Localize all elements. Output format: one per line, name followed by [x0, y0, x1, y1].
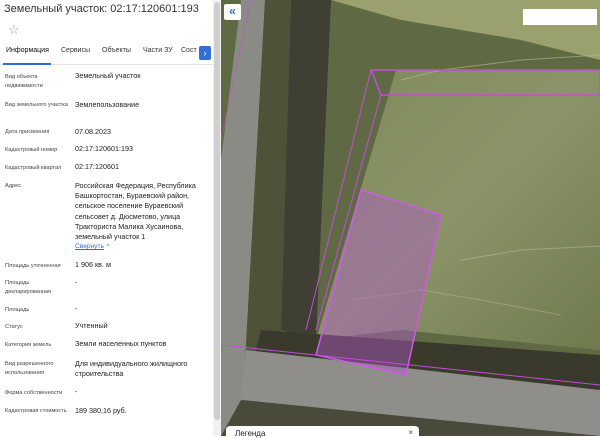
panel-scrollbar[interactable]	[213, 0, 221, 436]
field-label: Площадь	[5, 307, 30, 313]
map-imagery	[221, 0, 600, 436]
field-value: 07.08.2023	[75, 127, 111, 136]
field-label: Категория земель	[5, 342, 52, 348]
collapse-link[interactable]: Свернуть ^	[75, 243, 110, 250]
collapse-panel-button[interactable]: «	[224, 4, 241, 20]
address-value: Российская Федерация, Республика Башкорт…	[75, 181, 196, 242]
active-tab-indicator	[3, 63, 51, 65]
field-label: Вид объекта недвижимости	[5, 74, 43, 89]
field-label: Дата присвоения	[5, 129, 50, 135]
field-value: Земельный участок	[75, 71, 141, 80]
field-label: Статус	[5, 324, 23, 330]
tab-info[interactable]: Информация	[6, 47, 49, 54]
legend-title: Легенда	[235, 429, 266, 438]
map-legend-card[interactable]: Легенда ×	[226, 426, 419, 438]
field-value: Учтенный	[75, 321, 108, 330]
field-label: Кадастровая стоимость	[5, 408, 67, 414]
chevron-up-icon: ^	[106, 244, 110, 250]
page-title: Земельный участок: 02:17:120601:193	[4, 3, 199, 15]
field-label: Кадастровый номер	[5, 147, 58, 153]
star-icon[interactable]: ☆	[8, 22, 20, 38]
field-label: Площадь уточненная	[5, 263, 61, 269]
scrollbar-thumb[interactable]	[214, 2, 220, 420]
field-value: Землепользование	[75, 100, 140, 109]
satellite-map[interactable]	[221, 0, 600, 436]
field-label: Площадь декларированная	[5, 280, 52, 295]
tab-land-parts[interactable]: Части ЗУ	[143, 47, 173, 54]
field-value: 189 380,16 руб.	[75, 406, 127, 415]
field-value: -	[75, 278, 78, 287]
chevron-right-icon[interactable]: ›	[199, 46, 211, 60]
double-chevron-left-icon: «	[229, 4, 236, 18]
tab-objects[interactable]: Объекты	[102, 47, 131, 54]
field-value: -	[75, 304, 78, 313]
field-value: 02:17:120601:193	[75, 144, 133, 153]
field-value: Для индивидуального жилищного строительс…	[75, 359, 188, 379]
field-value: 02:17:120601	[75, 162, 119, 171]
field-value: Земли населенных пунктов	[75, 339, 167, 348]
tab-state[interactable]: Сост	[181, 47, 197, 54]
info-panel: Земельный участок: 02:17:120601:193 ☆ Ин…	[0, 0, 213, 436]
field-label: Кадастровый квартал	[5, 165, 62, 171]
tab-services[interactable]: Сервисы	[61, 47, 90, 54]
tab-bar: Информация Сервисы Объекты Части ЗУ Сост	[0, 44, 213, 65]
field-label: Адрес	[5, 183, 22, 189]
field-value: 1 906 кв. м	[75, 260, 111, 269]
map-search-box[interactable]	[523, 9, 597, 25]
field-value: -	[75, 387, 78, 396]
field-label: Вид разрешенного использования	[5, 361, 54, 376]
field-label: Вид земельного участка	[5, 102, 68, 108]
field-label: Форма собственности	[5, 390, 63, 396]
